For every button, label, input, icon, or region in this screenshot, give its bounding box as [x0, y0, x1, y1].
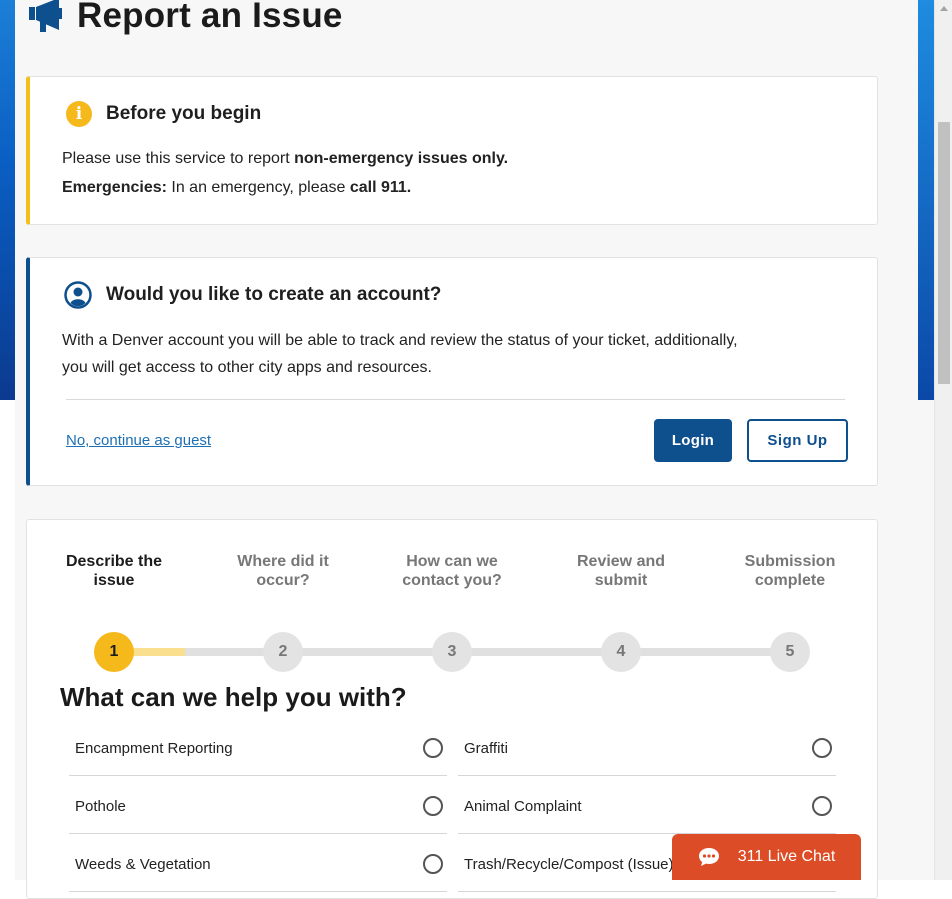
step-1-label-line-2: issue: [93, 572, 135, 589]
account-heading: Would you like to create an account?: [106, 284, 442, 305]
account-card: Would you like to create an account? Wit…: [26, 257, 878, 486]
option-weeds-vegetation[interactable]: Weeds & Vegetation: [69, 834, 447, 892]
option-pothole[interactable]: Pothole: [69, 776, 447, 834]
step-3-label-line-2: contact you?: [402, 572, 502, 589]
radio-button[interactable]: [812, 738, 832, 758]
notice-line-2-end: call 911.: [349, 179, 412, 196]
radio-button[interactable]: [423, 854, 443, 874]
step-1-indicator: 1: [94, 632, 134, 672]
step-3-indicator: 3: [432, 632, 472, 672]
step-2-indicator: 2: [263, 632, 303, 672]
account-divider: [66, 399, 845, 400]
live-chat-button[interactable]: 311 Live Chat: [672, 834, 861, 880]
progress-stepper: Describe the issue Where did it occur? H…: [27, 552, 879, 672]
notice-card: i Before you begin Please use this servi…: [26, 76, 878, 225]
megaphone-icon: [29, 0, 62, 32]
step-label-4: Review and submit: [546, 552, 696, 590]
step-label-2: Where did it occur?: [208, 552, 358, 590]
sign-up-button[interactable]: Sign Up: [747, 419, 848, 462]
notice-header: i Before you begin: [66, 101, 261, 127]
chat-bubble-icon: [698, 848, 719, 866]
radio-button[interactable]: [423, 738, 443, 758]
option-label: Trash/Recycle/Compost (Issue): [464, 856, 674, 873]
live-chat-label: 311 Live Chat: [737, 848, 836, 865]
help-question-heading: What can we help you with?: [60, 682, 407, 712]
step-5-indicator: 5: [770, 632, 810, 672]
scroll-thumb[interactable]: [938, 122, 950, 384]
notice-heading: Before you begin: [106, 103, 262, 124]
radio-button[interactable]: [812, 796, 832, 816]
step-5-label-line-1: Submission: [744, 553, 836, 570]
option-animal-complaint[interactable]: Animal Complaint: [458, 776, 836, 834]
step-4-indicator: 4: [601, 632, 641, 672]
notice-line-1-bold: non-emergency issues only.: [294, 150, 509, 167]
notice-line-2: Emergencies: In an emergency, please cal…: [62, 174, 411, 201]
notice-line-2-bold: Emergencies:: [62, 179, 167, 196]
account-header: Would you like to create an account?: [64, 281, 441, 309]
page-title: Report an Issue: [77, 0, 343, 35]
step-5-label-line-2: complete: [754, 572, 826, 589]
account-body-line-2: you will get access to other city apps a…: [62, 359, 432, 376]
notice-line-1-text: Please use this service to report: [62, 150, 295, 167]
user-circle-icon: [64, 281, 92, 309]
option-graffiti[interactable]: Graffiti: [458, 718, 836, 776]
account-body-line-1: With a Denver account you will be able t…: [62, 332, 738, 349]
step-4-label-line-2: submit: [594, 572, 648, 589]
option-label: Encampment Reporting: [75, 740, 233, 757]
vertical-scrollbar[interactable]: [934, 0, 952, 880]
desktop-background-left: [0, 0, 15, 400]
notice-line-1: Please use this service to report non-em…: [62, 145, 508, 172]
step-3-label-line-1: How can we: [406, 553, 498, 570]
step-2-label-line-2: occur?: [256, 572, 310, 589]
radio-button[interactable]: [423, 796, 443, 816]
info-icon: i: [66, 101, 92, 127]
option-label: Weeds & Vegetation: [75, 856, 211, 873]
step-label-5: Submission complete: [715, 552, 865, 590]
step-label-3: How can we contact you?: [377, 552, 527, 590]
login-button[interactable]: Login: [654, 419, 732, 462]
step-label-1: Describe the issue: [39, 552, 189, 590]
continue-as-guest-link[interactable]: No, continue as guest: [66, 432, 211, 449]
page-header: Report an Issue: [27, 0, 343, 36]
notice-line-2-text: In an emergency, please: [166, 179, 350, 196]
step-4-label-line-1: Review and: [576, 553, 666, 570]
desktop-background-right: [918, 0, 934, 400]
option-label: Animal Complaint: [464, 798, 582, 815]
step-2-label-line-1: Where did it: [237, 553, 329, 570]
option-encampment-reporting[interactable]: Encampment Reporting: [69, 718, 447, 776]
option-label: Pothole: [75, 798, 126, 815]
option-label: Graffiti: [464, 740, 508, 757]
step-1-label-line-1: Describe the: [65, 553, 163, 570]
account-body: With a Denver account you will be able t…: [62, 327, 842, 381]
scroll-up-arrow-icon[interactable]: [940, 6, 948, 11]
